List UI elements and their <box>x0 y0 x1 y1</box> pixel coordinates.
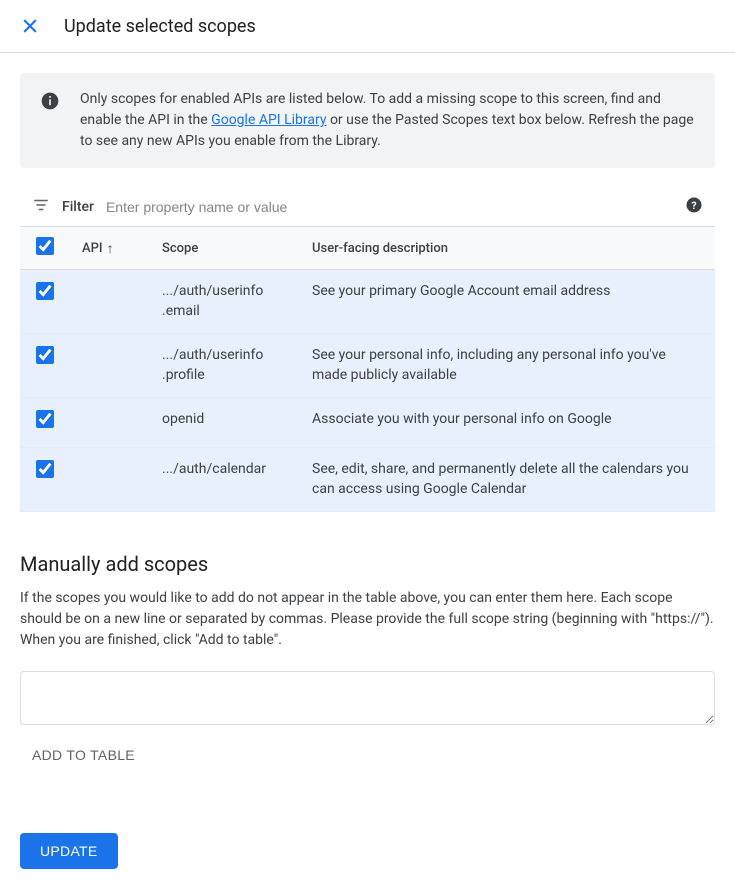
table-row: openid Associate you with your personal … <box>20 398 715 448</box>
row-checkbox[interactable] <box>36 346 54 364</box>
sort-ascending-icon: ↑ <box>107 240 114 257</box>
table-row: .../auth/userinfo.email See your primary… <box>20 270 715 334</box>
row-checkbox[interactable] <box>36 460 54 478</box>
table-row: .../auth/userinfo.profile See your perso… <box>20 334 715 398</box>
help-icon[interactable]: ? <box>685 196 703 218</box>
dialog-footer: UPDATE <box>0 833 735 885</box>
filter-row: Filter ? <box>20 188 715 226</box>
filter-label: Filter <box>62 199 94 215</box>
select-all-checkbox[interactable] <box>36 237 54 255</box>
info-text: Only scopes for enabled APIs are listed … <box>80 89 695 152</box>
close-button[interactable] <box>16 12 44 40</box>
row-checkbox[interactable] <box>36 410 54 428</box>
row-api <box>70 398 150 448</box>
info-icon <box>40 91 60 115</box>
table-row: .../auth/calendar See, edit, share, and … <box>20 447 715 511</box>
manual-section: Manually add scopes If the scopes you wo… <box>20 552 715 773</box>
filter-input[interactable] <box>106 199 673 215</box>
row-scope: .../auth/userinfo.email <box>150 270 300 334</box>
row-api <box>70 334 150 398</box>
header-checkbox-col <box>20 227 70 270</box>
manual-description: If the scopes you would like to add do n… <box>20 588 715 651</box>
add-to-table-button[interactable]: ADD TO TABLE <box>20 737 147 773</box>
api-library-link[interactable]: Google API Library <box>211 112 326 128</box>
row-api <box>70 270 150 334</box>
row-scope: openid <box>150 398 300 448</box>
svg-text:?: ? <box>691 199 696 212</box>
scopes-table: API ↑ Scope User-facing description .../… <box>20 226 715 512</box>
row-description: See your personal info, including any pe… <box>300 334 715 398</box>
header-scope[interactable]: Scope <box>150 227 300 270</box>
row-description: See, edit, share, and permanently delete… <box>300 447 715 511</box>
row-api <box>70 447 150 511</box>
manual-scopes-textarea[interactable] <box>20 671 715 725</box>
row-checkbox[interactable] <box>36 282 54 300</box>
manual-title: Manually add scopes <box>20 552 715 576</box>
row-scope: .../auth/calendar <box>150 447 300 511</box>
row-description: See your primary Google Account email ad… <box>300 270 715 334</box>
dialog-header: Update selected scopes <box>0 0 735 53</box>
row-description: Associate you with your personal info on… <box>300 398 715 448</box>
row-scope: .../auth/userinfo.profile <box>150 334 300 398</box>
update-button[interactable]: UPDATE <box>20 833 118 869</box>
dialog-title: Update selected scopes <box>64 16 256 37</box>
header-api[interactable]: API ↑ <box>70 227 150 270</box>
header-description[interactable]: User-facing description <box>300 227 715 270</box>
info-banner: Only scopes for enabled APIs are listed … <box>20 73 715 168</box>
close-icon <box>20 16 40 36</box>
filter-icon <box>32 196 50 218</box>
